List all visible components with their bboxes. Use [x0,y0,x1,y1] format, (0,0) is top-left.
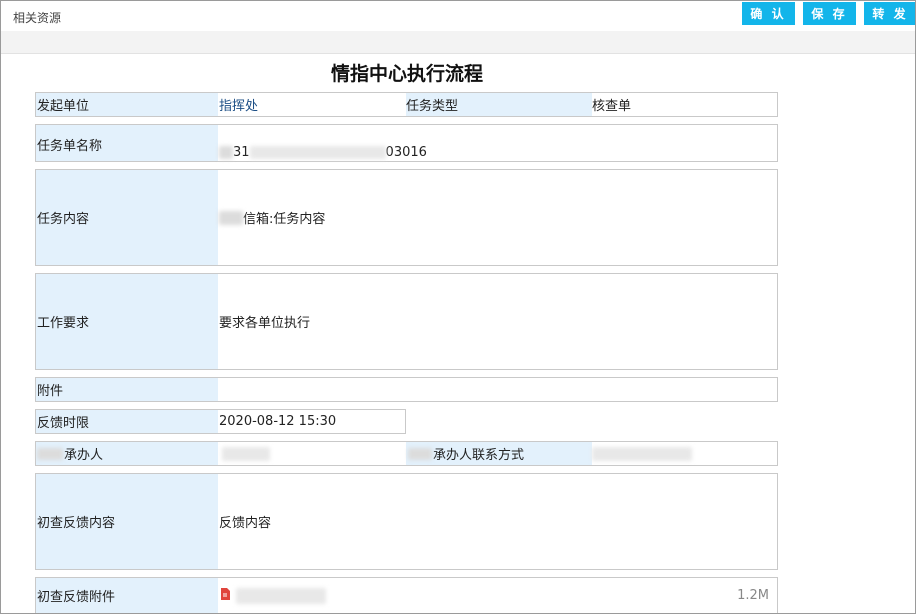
work-requirement-label: 工作要求 [36,274,218,369]
row-task-name: 任务单名称 31 03016 [35,124,778,162]
initial-feedback-value: 反馈内容 [219,516,272,531]
attachment-file-size: 1.2M [737,588,769,603]
initial-feedback-label: 初查反馈内容 [36,474,218,569]
page-title: 情指中心执行流程 [330,63,483,85]
related-resources-link[interactable]: 相关资源 [13,9,61,26]
task-content-label: 任务内容 [36,170,218,265]
feedback-deadline-label: 反馈时限 [36,410,218,433]
task-name-prefix: 31 [233,144,250,160]
task-name-suffix: 03016 [385,144,427,160]
redacted-block [408,447,432,460]
initial-feedback-attachment-label: 初查反馈附件 [36,578,218,613]
task-type-value: 核查单 [592,99,632,114]
row-initiator: 发起单位 指挥处 任务类型 核查单 [35,92,778,117]
redacted-block [37,447,63,460]
redacted-block [592,446,692,461]
row-attachment: 附件 [35,377,778,402]
handler-contact-value [592,442,692,465]
top-toolbar: 相关资源 确 认 保 存 转 发 [1,1,915,31]
task-name-value: 31 03016 [219,143,427,161]
redacted-filename [236,587,326,604]
window-frame: 相关资源 确 认 保 存 转 发 情指中心执行流程 发起单位 指挥处 任务类型 … [0,0,916,614]
redacted-block [219,210,243,225]
row-work-requirement: 工作要求 要求各单位执行 [35,273,778,370]
handler-label-text: 承办人 [64,448,104,463]
pdf-file-icon [220,588,230,603]
toolbar-separator [1,31,915,54]
initiator-label: 发起单位 [36,93,218,116]
row-initial-feedback-attachment: 初查反馈附件 1.2M [35,577,778,613]
forward-button[interactable]: 转 发 [864,2,915,25]
attachment-file-link[interactable] [220,578,326,613]
handler-contact-label: 承办人联系方式 [406,442,592,465]
handler-contact-label-text: 承办人联系方式 [433,448,525,463]
redacted-block [249,145,386,159]
task-content-value: 信箱:任务内容 [219,170,325,265]
row-handler: 承办人 承办人联系方式 [35,441,778,466]
row-task-content: 任务内容 信箱:任务内容 [35,169,778,266]
attachment-label: 附件 [36,378,218,401]
feedback-deadline-value[interactable]: 2020-08-12 15:30 [219,410,336,433]
work-requirement-value: 要求各单位执行 [219,316,311,331]
handler-value [222,442,270,465]
initiator-value: 指挥处 [219,99,259,114]
confirm-button[interactable]: 确 认 [742,2,795,25]
row-initial-feedback: 初查反馈内容 反馈内容 [35,473,778,570]
redacted-block [219,145,233,159]
save-button[interactable]: 保 存 [803,2,856,25]
task-content-text: 信箱:任务内容 [243,212,326,227]
row-feedback-deadline: 反馈时限 2020-08-12 15:30 [35,409,406,434]
task-type-label: 任务类型 [406,93,592,116]
handler-label: 承办人 [36,442,218,465]
redacted-block [222,446,270,461]
task-name-label: 任务单名称 [36,125,218,161]
